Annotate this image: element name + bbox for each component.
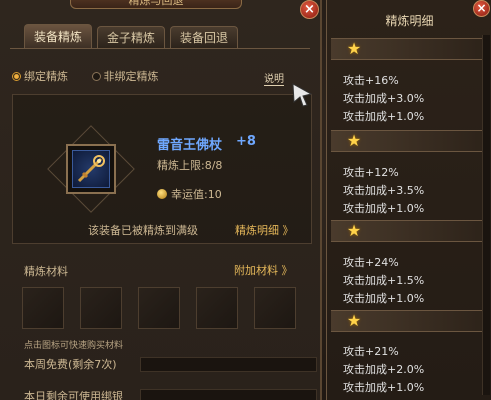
detail-line: 攻击加成+1.0% — [343, 202, 425, 215]
detail-scrollbar[interactable] — [482, 35, 490, 395]
detail-line: 攻击+16% — [343, 74, 399, 87]
tab-equip-refine[interactable]: 装备精炼 — [24, 24, 93, 48]
tab-gold-refine[interactable]: 金子精炼 — [97, 26, 166, 48]
cursor-icon — [292, 83, 313, 107]
tab-divider — [10, 48, 310, 49]
maxed-message: 该装备已被精炼到满级 — [88, 224, 198, 237]
extra-materials-link[interactable]: 附加材料 》 — [234, 262, 293, 278]
refine-window: 精炼与回退 × 装备精炼 金子精炼 装备回退 绑定精炼 非绑定精炼 说明 雷音王… — [0, 0, 491, 400]
tab-bar: 装备精炼 金子精炼 装备回退 — [24, 24, 239, 48]
star-icon: ★ — [346, 221, 362, 240]
material-slot[interactable] — [138, 287, 180, 329]
detail-close-button[interactable]: × — [473, 0, 490, 17]
item-name: 雷音王佛杖 — [157, 138, 223, 153]
material-slots — [22, 287, 296, 329]
weapon-staff-icon — [72, 150, 110, 188]
remaining-silver: 本日剩余可使用绑银 — [24, 390, 123, 400]
close-button[interactable]: × — [300, 0, 319, 19]
star-icon: ★ — [346, 311, 362, 330]
coin-icon — [157, 189, 167, 199]
materials-hint: 点击图标可快速购买材料 — [24, 341, 124, 351]
refine-main-panel: 精炼与回退 × 装备精炼 金子精炼 装备回退 绑定精炼 非绑定精炼 说明 雷音王… — [0, 0, 322, 400]
radio-unbound-refine[interactable]: 非绑定精炼 — [91, 68, 159, 84]
detail-group-header: ★ — [331, 130, 489, 152]
luck-text: 幸运值:10 — [171, 188, 222, 201]
refine-detail-link[interactable]: 精炼明细 》 — [235, 222, 294, 238]
detail-group-header: ★ — [331, 220, 489, 242]
item-refine-level: +8 — [236, 134, 256, 149]
detail-line: 攻击加成+1.5% — [343, 274, 425, 287]
detail-panel-title: 精炼明细 — [385, 14, 434, 28]
free-this-week: 本周免费(剩余7次) — [24, 358, 117, 371]
material-slot[interactable] — [196, 287, 238, 329]
help-link[interactable]: 说明 — [264, 70, 284, 86]
tab-equip-revert[interactable]: 装备回退 — [170, 26, 239, 48]
detail-line: 攻击加成+1.0% — [343, 292, 425, 305]
refine-detail-panel: 精炼明细 × ★ 攻击+16% 攻击加成+3.0% 攻击加成+1.0% ★ 攻击… — [326, 0, 491, 400]
material-slot[interactable] — [254, 287, 296, 329]
detail-line: 攻击+12% — [343, 166, 399, 179]
free-count-bar — [140, 357, 317, 372]
detail-line: 攻击加成+2.0% — [343, 363, 425, 376]
materials-label: 精炼材料 — [24, 265, 68, 278]
detail-line: 攻击+24% — [343, 256, 399, 269]
material-slot[interactable] — [80, 287, 122, 329]
radio-selected-icon — [12, 71, 21, 81]
material-slot[interactable] — [22, 287, 64, 329]
star-icon: ★ — [346, 39, 362, 58]
bind-option-group: 绑定精炼 非绑定精炼 — [12, 68, 179, 84]
radio-bound-refine[interactable]: 绑定精炼 — [12, 68, 68, 84]
detail-line: 攻击+21% — [343, 345, 399, 358]
radio-unbound-label: 非绑定精炼 — [103, 70, 159, 83]
detail-line: 攻击加成+1.0% — [343, 381, 425, 394]
item-slot[interactable] — [66, 144, 116, 194]
radio-bound-label: 绑定精炼 — [24, 70, 68, 83]
detail-group-header: ★ — [331, 38, 489, 60]
star-icon: ★ — [346, 131, 362, 150]
detail-line: 攻击加成+3.5% — [343, 184, 425, 197]
luck-value: 幸运值:10 — [157, 186, 222, 202]
remaining-silver-bar — [140, 389, 317, 400]
detail-line: 攻击加成+3.0% — [343, 92, 425, 105]
window-title: 精炼与回退 — [70, 0, 242, 9]
refine-cap: 精炼上限:8/8 — [157, 159, 223, 172]
detail-line: 攻击加成+1.0% — [343, 110, 425, 123]
radio-unselected-icon — [91, 71, 101, 81]
detail-group-header: ★ — [331, 310, 489, 332]
